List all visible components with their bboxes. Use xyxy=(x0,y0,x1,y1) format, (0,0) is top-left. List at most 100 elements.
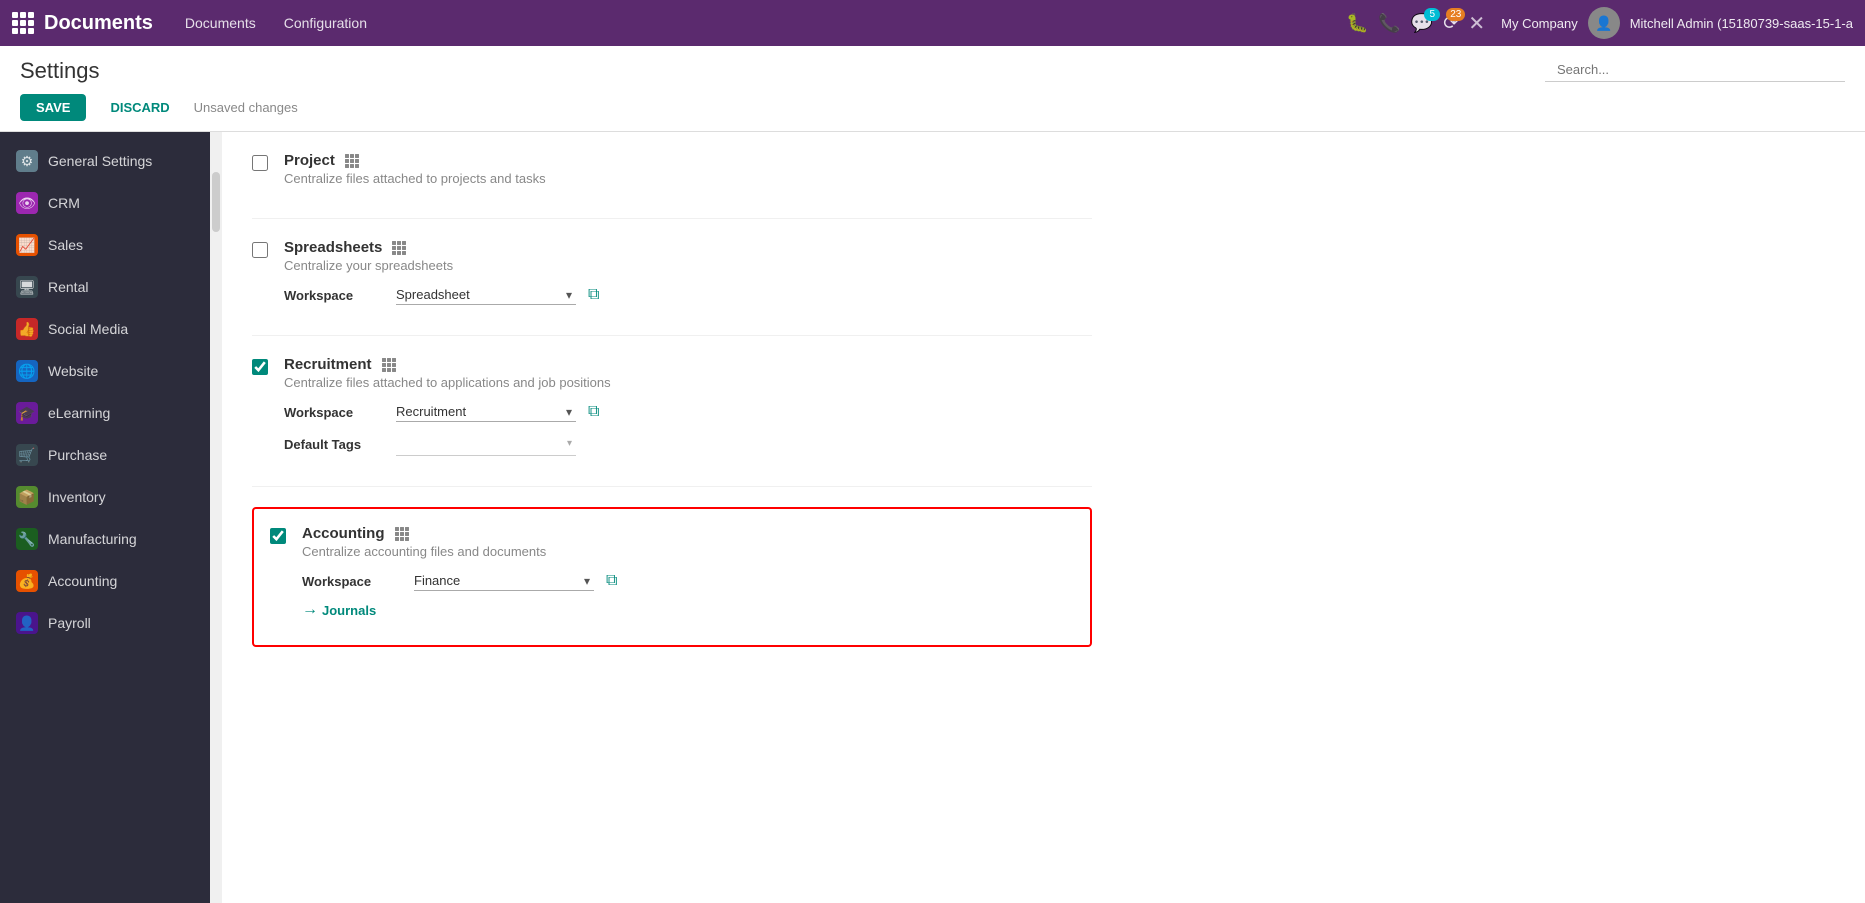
recruitment-checkbox[interactable] xyxy=(252,359,268,375)
elearning-icon: 🎓 xyxy=(16,402,38,424)
sidebar-label: CRM xyxy=(48,195,80,211)
app-title: Documents xyxy=(44,12,153,35)
accounting-workspace-label: Workspace xyxy=(302,574,402,589)
spreadsheets-checkbox[interactable] xyxy=(252,242,268,258)
spreadsheets-workspace-select[interactable]: Spreadsheet Finance Recruitment xyxy=(396,285,576,305)
accounting-title: Accounting xyxy=(302,525,1074,542)
recruitment-desc: Centralize files attached to application… xyxy=(284,375,1092,390)
sidebar-item-accounting[interactable]: 💰 Accounting xyxy=(0,560,210,602)
payroll-icon: 👤 xyxy=(16,612,38,634)
recruitment-section-body: Recruitment Centralize files attached to… xyxy=(284,356,1092,466)
project-section-body: Project Centralize files attached to pro… xyxy=(284,152,1092,198)
recruitment-workspace-select[interactable]: Recruitment Finance Spreadsheet xyxy=(396,402,576,422)
sidebar-label: Rental xyxy=(48,279,88,295)
purchase-icon: 🛒 xyxy=(16,444,38,466)
sidebar-scrollbar[interactable] xyxy=(210,132,222,903)
sidebar-label: Payroll xyxy=(48,615,91,631)
refresh-icon[interactable]: ⟳ 23 xyxy=(1443,13,1458,34)
apps-icon[interactable] xyxy=(12,12,34,34)
brand[interactable]: Documents xyxy=(12,12,153,35)
page-title: Settings xyxy=(20,58,100,84)
toolbar: SAVE DISCARD Unsaved changes xyxy=(20,94,1845,131)
manufacturing-icon: 🔧 xyxy=(16,528,38,550)
sidebar-item-manufacturing[interactable]: 🔧 Manufacturing xyxy=(0,518,210,560)
project-title: Project xyxy=(284,152,1092,169)
spreadsheets-section: Spreadsheets Centralize your spreadsheet… xyxy=(252,219,1092,336)
spreadsheets-workspace-wrapper: Spreadsheet Finance Recruitment ▾ xyxy=(396,285,576,305)
journals-link[interactable]: → Journals xyxy=(302,601,376,619)
accounting-checkbox[interactable] xyxy=(270,528,286,544)
main-layout: ⚙ General Settings 👁 CRM 📈 Sales 🖥 Renta… xyxy=(0,132,1865,903)
sales-icon: 📈 xyxy=(16,234,38,256)
spreadsheets-title: Spreadsheets xyxy=(284,239,1092,256)
spreadsheets-grid-badge xyxy=(392,241,406,255)
accounting-highlighted-section: Accounting Centralize accounting files a… xyxy=(252,507,1092,647)
project-section: Project Centralize files attached to pro… xyxy=(252,132,1092,219)
project-desc: Centralize files attached to projects an… xyxy=(284,171,1092,186)
chat-badge: 5 xyxy=(1424,8,1440,21)
recruitment-tags-field[interactable]: ▾ xyxy=(396,432,576,456)
recruitment-external-link[interactable]: ⧉ xyxy=(588,403,599,421)
sidebar-label: Sales xyxy=(48,237,83,253)
sidebar-item-inventory[interactable]: 📦 Inventory xyxy=(0,476,210,518)
accounting-section-body: Accounting Centralize accounting files a… xyxy=(302,525,1074,629)
spreadsheets-section-body: Spreadsheets Centralize your spreadsheet… xyxy=(284,239,1092,315)
recruitment-workspace-row: Workspace Recruitment Finance Spreadshee… xyxy=(284,402,1092,422)
sidebar-label: Accounting xyxy=(48,573,117,589)
user-name: Mitchell Admin (15180739-saas-15-1-a xyxy=(1630,16,1853,31)
recruitment-tags-row: Default Tags ▾ xyxy=(284,432,1092,456)
nav-documents[interactable]: Documents xyxy=(173,9,268,37)
crm-icon: 👁 xyxy=(16,192,38,214)
phone-icon[interactable]: 📞 xyxy=(1378,13,1400,34)
sidebar-label: Inventory xyxy=(48,489,106,505)
sidebar-label: Social Media xyxy=(48,321,128,337)
sidebar-item-purchase[interactable]: 🛒 Purchase xyxy=(0,434,210,476)
search-input[interactable] xyxy=(1545,58,1845,82)
recruitment-workspace-label: Workspace xyxy=(284,405,384,420)
sidebar: ⚙ General Settings 👁 CRM 📈 Sales 🖥 Renta… xyxy=(0,132,210,903)
save-button[interactable]: SAVE xyxy=(20,94,86,121)
accounting-workspace-select[interactable]: Finance Spreadsheet Recruitment xyxy=(414,571,594,591)
rental-icon: 🖥 xyxy=(16,276,38,298)
bug-icon[interactable]: 🐛 xyxy=(1346,13,1368,34)
notif-badge: 23 xyxy=(1446,8,1465,21)
recruitment-grid-badge xyxy=(382,358,396,372)
nav-configuration[interactable]: Configuration xyxy=(272,9,379,37)
content-area: Project Centralize files attached to pro… xyxy=(222,132,1865,903)
sidebar-item-sales[interactable]: 📈 Sales xyxy=(0,224,210,266)
main-nav: Documents Configuration xyxy=(173,9,1346,37)
sidebar-item-general-settings[interactable]: ⚙ General Settings xyxy=(0,140,210,182)
sidebar-label: eLearning xyxy=(48,405,110,421)
sidebar-item-elearning[interactable]: 🎓 eLearning xyxy=(0,392,210,434)
close-icon[interactable]: ✕ xyxy=(1468,11,1485,36)
accounting-grid-badge xyxy=(395,527,409,541)
sidebar-label: Website xyxy=(48,363,98,379)
unsaved-label: Unsaved changes xyxy=(194,100,298,115)
accounting-section: Accounting Centralize accounting files a… xyxy=(270,525,1074,629)
accounting-external-link[interactable]: ⧉ xyxy=(606,572,617,590)
project-checkbox[interactable] xyxy=(252,155,268,171)
sidebar-item-rental[interactable]: 🖥 Rental xyxy=(0,266,210,308)
arrow-right-icon: → xyxy=(302,601,318,619)
sidebar-label: Purchase xyxy=(48,447,107,463)
recruitment-section: Recruitment Centralize files attached to… xyxy=(252,336,1092,487)
spreadsheets-external-link[interactable]: ⧉ xyxy=(588,286,599,304)
website-icon: 🌐 xyxy=(16,360,38,382)
project-grid-badge xyxy=(345,154,359,168)
sidebar-label: General Settings xyxy=(48,153,152,169)
sidebar-item-crm[interactable]: 👁 CRM xyxy=(0,182,210,224)
accounting-workspace-wrapper: Finance Spreadsheet Recruitment ▾ xyxy=(414,571,594,591)
settings-content: Project Centralize files attached to pro… xyxy=(222,132,1122,903)
recruitment-tags-label: Default Tags xyxy=(284,437,384,452)
navbar: Documents Documents Configuration 🐛 📞 💬 … xyxy=(0,0,1865,46)
social-icon: 👍 xyxy=(16,318,38,340)
discard-button[interactable]: DISCARD xyxy=(94,94,185,121)
accounting-journals-row: → Journals xyxy=(302,601,1074,619)
sidebar-label: Manufacturing xyxy=(48,531,137,547)
gear-icon: ⚙ xyxy=(16,150,38,172)
accounting-workspace-row: Workspace Finance Spreadsheet Recruitmen… xyxy=(302,571,1074,591)
sidebar-item-website[interactable]: 🌐 Website xyxy=(0,350,210,392)
sidebar-item-social-media[interactable]: 👍 Social Media xyxy=(0,308,210,350)
sidebar-item-payroll[interactable]: 👤 Payroll xyxy=(0,602,210,644)
chat-icon[interactable]: 💬 5 xyxy=(1411,13,1433,34)
